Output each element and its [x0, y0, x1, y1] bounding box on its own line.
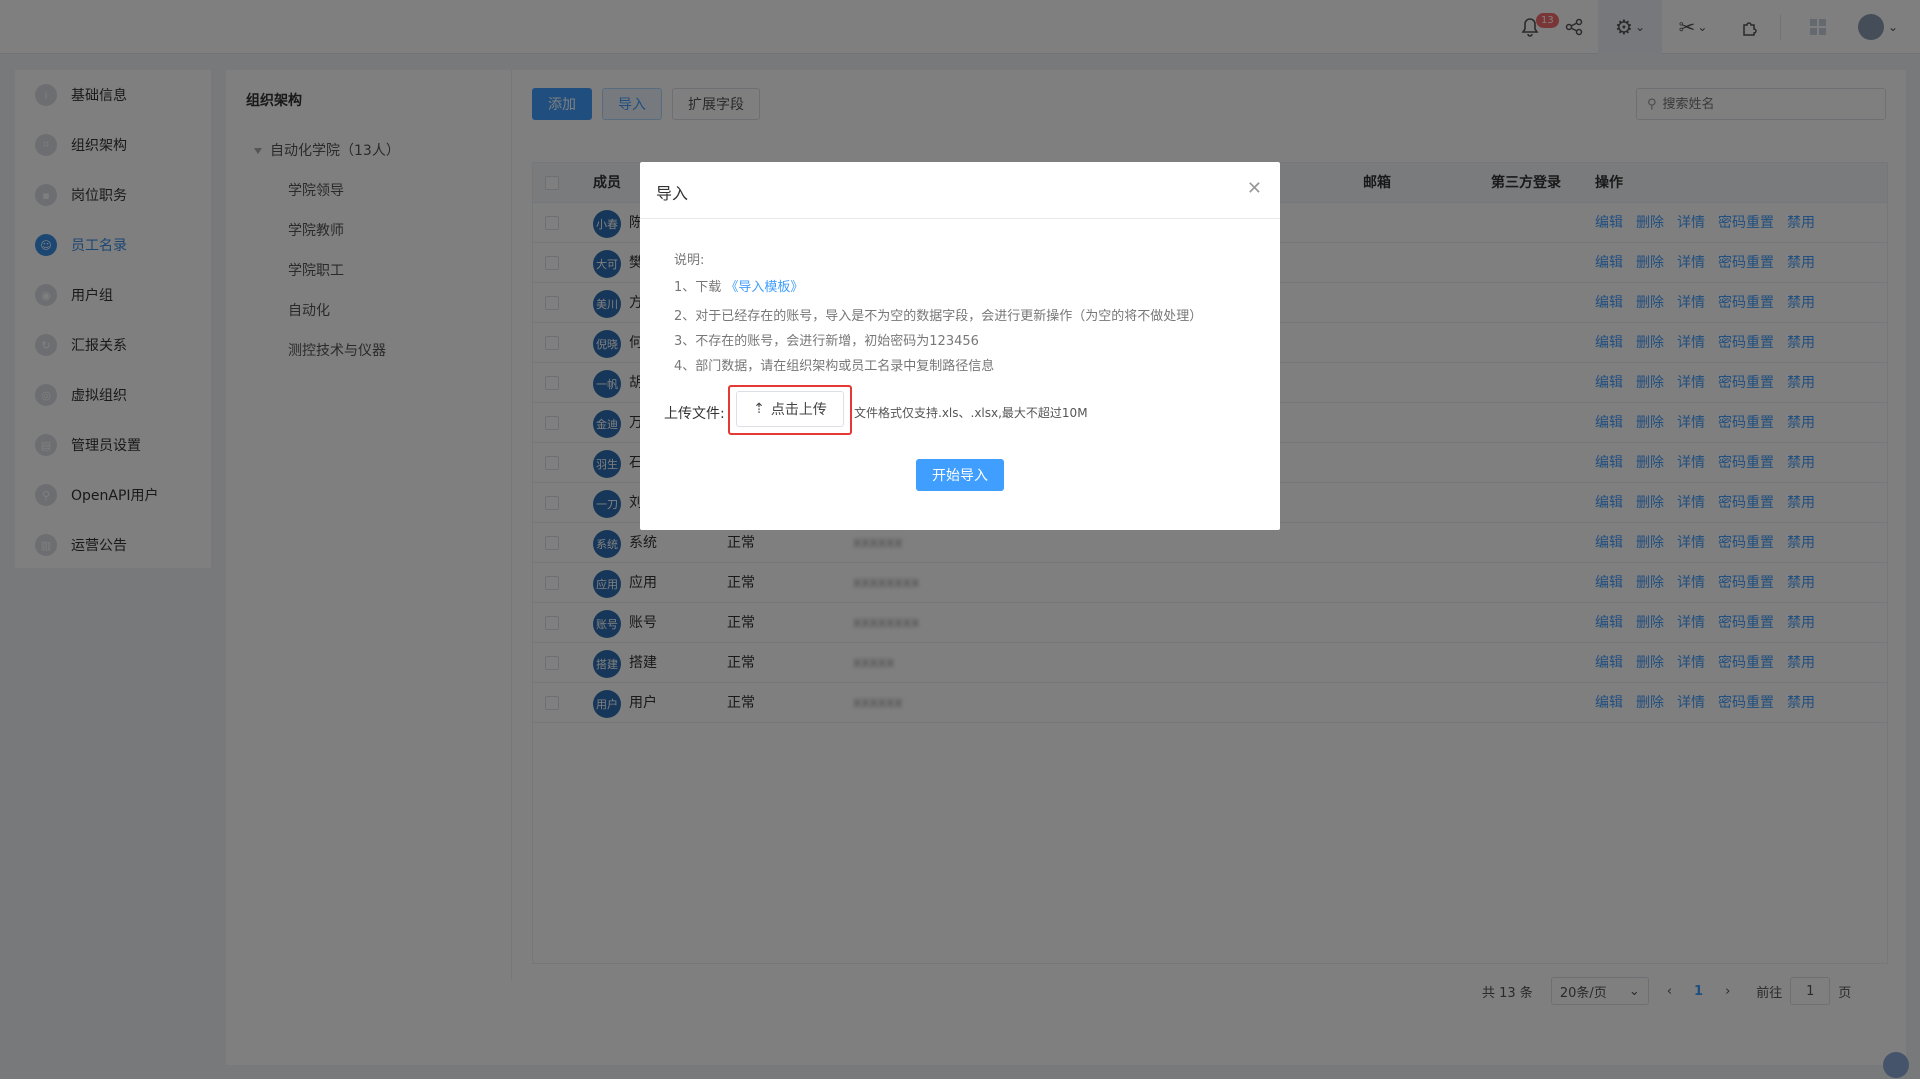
dialog-header: 导入 ✕	[640, 162, 1280, 219]
upload-hint: 文件格式仅支持.xls、.xlsx,最大不超过10M	[854, 406, 1088, 420]
note-1-prefix: 1、下载	[674, 280, 722, 295]
note-3: 3、不存在的账号，会进行新增，初始密码为123456	[674, 334, 979, 349]
upload-button[interactable]: ⇡ 点击上传	[736, 391, 844, 427]
template-download-link[interactable]: 《导入模板》	[725, 280, 803, 295]
note-2: 2、对于已经存在的账号，导入是不为空的数据字段，会进行更新操作（为空的将不做处理…	[674, 309, 1203, 324]
close-icon[interactable]: ✕	[1247, 178, 1262, 199]
upload-label: 上传文件:	[664, 406, 725, 422]
upload-button-label: 点击上传	[770, 402, 827, 418]
note-4: 4、部门数据，请在组织架构或员工名录中复制路径信息	[674, 359, 995, 374]
dialog-title: 导入	[656, 184, 689, 203]
upload-icon: ⇡	[753, 401, 765, 417]
import-dialog: 导入 ✕ 说明: 1、下载 《导入模板》 2、对于已经存在的账号，导入是不为空的…	[640, 162, 1280, 530]
notes-title: 说明:	[674, 253, 705, 268]
start-import-button[interactable]: 开始导入	[916, 459, 1004, 491]
note-1: 1、下载 《导入模板》	[674, 276, 803, 295]
